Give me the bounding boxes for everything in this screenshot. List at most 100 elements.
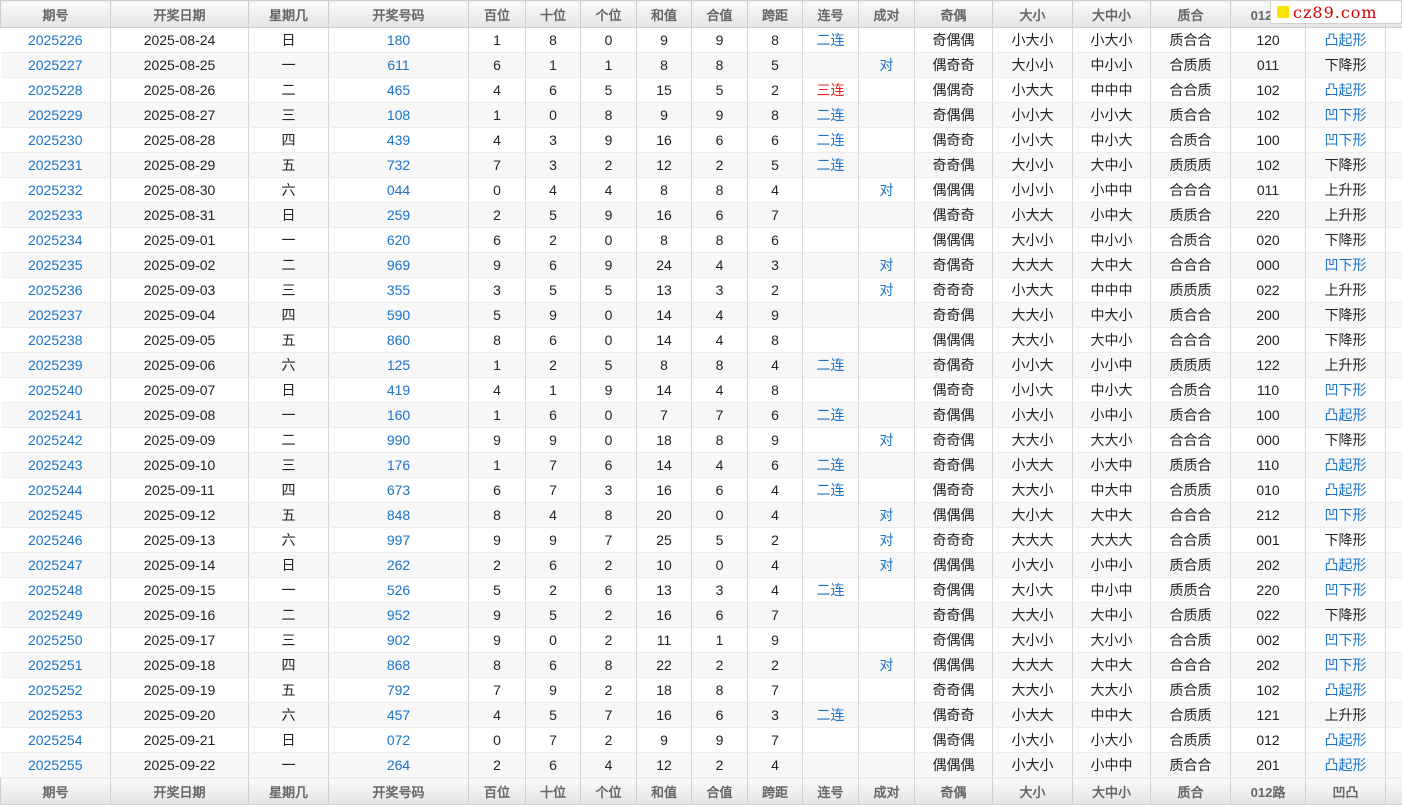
issue-cell[interactable]: 2025229 [1, 103, 111, 128]
issue-cell[interactable]: 2025255 [1, 753, 111, 778]
pair-cell: 对 [859, 503, 915, 528]
big-mid-small-cell: 中小中 [1073, 578, 1151, 603]
draw-number-cell[interactable]: 439 [329, 128, 469, 153]
issue-cell[interactable]: 2025252 [1, 678, 111, 703]
big-mid-small-cell: 中中大 [1073, 703, 1151, 728]
draw-number-cell[interactable]: 262 [329, 553, 469, 578]
issue-cell[interactable]: 2025250 [1, 628, 111, 653]
pair-cell [859, 103, 915, 128]
issue-cell[interactable]: 2025248 [1, 578, 111, 603]
draw-number-cell[interactable]: 860 [329, 328, 469, 353]
issue-cell[interactable]: 2025253 [1, 703, 111, 728]
draw-date-cell: 2025-08-24 [111, 28, 249, 53]
issue-cell[interactable]: 2025244 [1, 478, 111, 503]
issue-cell[interactable]: 2025233 [1, 203, 111, 228]
issue-cell[interactable]: 2025254 [1, 728, 111, 753]
hundreds-cell: 0 [469, 728, 526, 753]
shape-cell: 下降形 [1306, 428, 1386, 453]
sum-tail-cell: 6 [692, 203, 748, 228]
big-small-cell: 小大大 [993, 453, 1073, 478]
draw-number-cell[interactable]: 868 [329, 653, 469, 678]
sum-tail-cell: 2 [692, 153, 748, 178]
draw-number-cell[interactable]: 176 [329, 453, 469, 478]
weekday-cell: 六 [249, 703, 329, 728]
draw-number-cell[interactable]: 180 [329, 28, 469, 53]
big-small-cell: 小大小 [993, 403, 1073, 428]
issue-cell[interactable]: 2025228 [1, 78, 111, 103]
weekday-cell: 三 [249, 453, 329, 478]
issue-cell[interactable]: 2025249 [1, 603, 111, 628]
draw-date-cell: 2025-08-31 [111, 203, 249, 228]
issue-cell[interactable]: 2025226 [1, 28, 111, 53]
draw-number-cell[interactable]: 264 [329, 753, 469, 778]
sum-tail-cell: 3 [692, 578, 748, 603]
draw-number-cell[interactable]: 969 [329, 253, 469, 278]
issue-cell[interactable]: 2025232 [1, 178, 111, 203]
draw-number-cell[interactable]: 792 [329, 678, 469, 703]
draw-number-cell[interactable]: 465 [329, 78, 469, 103]
draw-number-cell[interactable]: 611 [329, 53, 469, 78]
draw-number-cell[interactable]: 848 [329, 503, 469, 528]
issue-cell[interactable]: 2025230 [1, 128, 111, 153]
pair-cell [859, 153, 915, 178]
sum-cell: 14 [637, 328, 692, 353]
issue-cell[interactable]: 2025242 [1, 428, 111, 453]
shape-cell: 凹下形 [1306, 378, 1386, 403]
sum-tail-cell: 8 [692, 353, 748, 378]
issue-cell[interactable]: 2025235 [1, 253, 111, 278]
draw-number-cell[interactable]: 457 [329, 703, 469, 728]
draw-number-cell[interactable]: 952 [329, 603, 469, 628]
units-cell: 8 [581, 653, 637, 678]
issue-cell[interactable]: 2025241 [1, 403, 111, 428]
draw-number-cell[interactable]: 997 [329, 528, 469, 553]
draw-number-cell[interactable]: 990 [329, 428, 469, 453]
issue-cell[interactable]: 2025245 [1, 503, 111, 528]
issue-cell[interactable]: 2025227 [1, 53, 111, 78]
weekday-cell: 六 [249, 178, 329, 203]
tens-cell: 9 [526, 428, 581, 453]
draw-number-cell[interactable]: 044 [329, 178, 469, 203]
draw-number-cell[interactable]: 125 [329, 353, 469, 378]
issue-cell[interactable]: 2025234 [1, 228, 111, 253]
span-cell: 4 [748, 478, 803, 503]
draw-number-cell[interactable]: 526 [329, 578, 469, 603]
draw-number-cell[interactable]: 419 [329, 378, 469, 403]
consecutive-cell [803, 378, 859, 403]
sum-cell: 16 [637, 703, 692, 728]
table-row: 20252272025-08-25一611611885对偶奇奇大小小中小小合质质… [1, 53, 1402, 78]
draw-number-cell[interactable]: 108 [329, 103, 469, 128]
weekday-cell: 三 [249, 628, 329, 653]
draw-number-cell[interactable]: 355 [329, 278, 469, 303]
issue-cell[interactable]: 2025247 [1, 553, 111, 578]
draw-number-cell[interactable]: 620 [329, 228, 469, 253]
sum-cell: 8 [637, 53, 692, 78]
issue-cell[interactable]: 2025238 [1, 328, 111, 353]
tens-cell: 5 [526, 703, 581, 728]
draw-number-cell[interactable]: 732 [329, 153, 469, 178]
prime-composite-cell: 合质质 [1151, 603, 1231, 628]
draw-number-cell[interactable]: 902 [329, 628, 469, 653]
issue-cell[interactable]: 2025231 [1, 153, 111, 178]
draw-number-cell[interactable]: 590 [329, 303, 469, 328]
issue-cell[interactable]: 2025251 [1, 653, 111, 678]
issue-cell[interactable]: 2025239 [1, 353, 111, 378]
header-cell-draw-number: 开奖号码 [329, 1, 469, 28]
issue-cell[interactable]: 2025243 [1, 453, 111, 478]
draw-number-cell[interactable]: 259 [329, 203, 469, 228]
route-012-cell: 102 [1231, 678, 1306, 703]
issue-cell[interactable]: 2025237 [1, 303, 111, 328]
weekday-cell: 一 [249, 403, 329, 428]
issue-cell[interactable]: 2025236 [1, 278, 111, 303]
sum-cell: 16 [637, 603, 692, 628]
span-cell: 4 [748, 503, 803, 528]
issue-cell[interactable]: 2025246 [1, 528, 111, 553]
issue-cell[interactable]: 2025240 [1, 378, 111, 403]
draw-number-cell[interactable]: 673 [329, 478, 469, 503]
trend-cell: \\/ [1386, 603, 1402, 628]
draw-date-cell: 2025-09-20 [111, 703, 249, 728]
prime-composite-cell: 质质合 [1151, 453, 1231, 478]
draw-number-cell[interactable]: 160 [329, 403, 469, 428]
odd-even-cell: 偶奇奇 [915, 128, 993, 153]
draw-number-cell[interactable]: 072 [329, 728, 469, 753]
odd-even-cell: 偶奇奇 [915, 478, 993, 503]
